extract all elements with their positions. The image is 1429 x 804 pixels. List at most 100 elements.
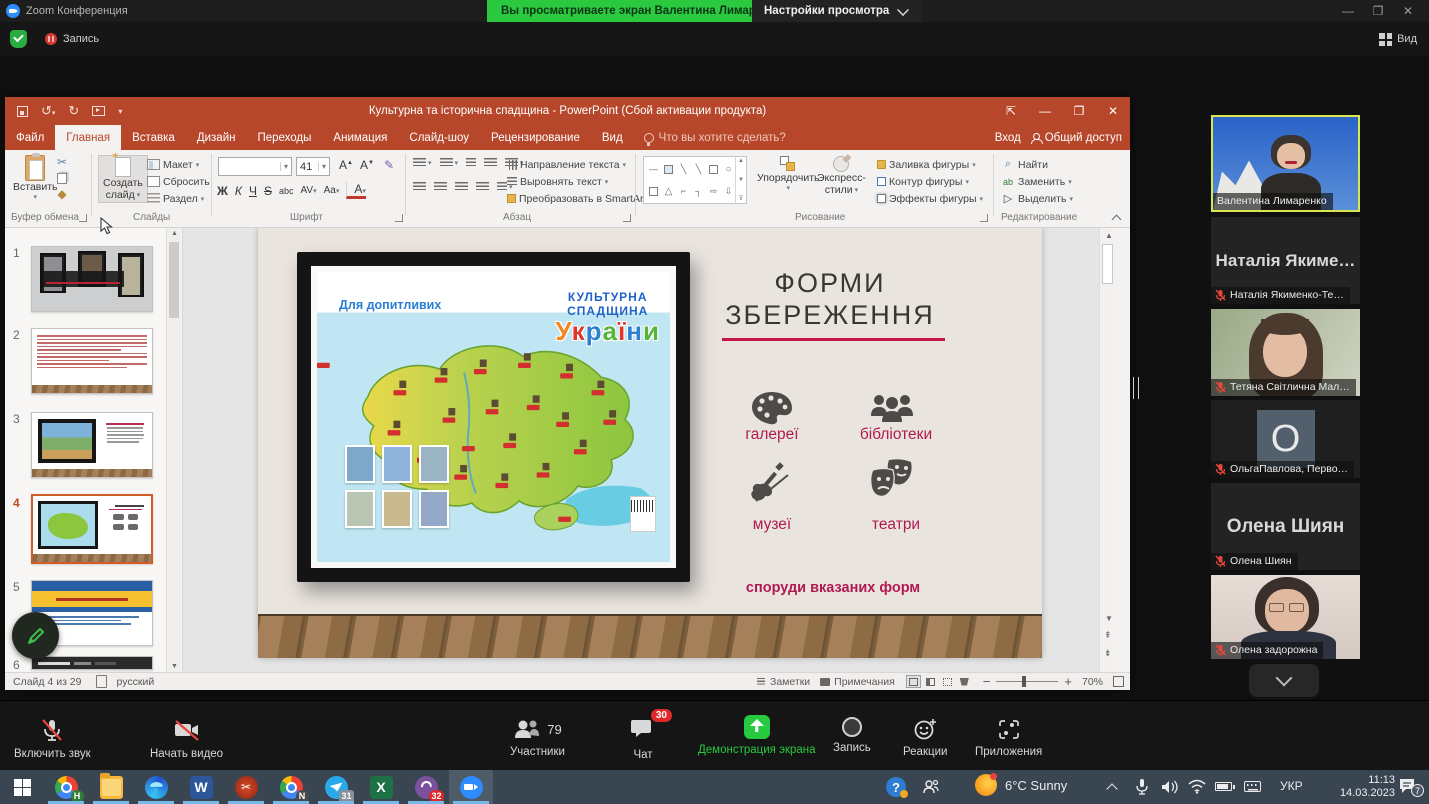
accessibility-check-icon[interactable] [96,675,107,688]
thumbnails-scrollbar[interactable]: ▲ ▼ [166,228,181,672]
maximize-button[interactable]: ❐ [1363,4,1393,18]
taskbar-chrome-1[interactable]: H [44,770,88,804]
quick-styles-button[interactable]: Экспресс- стили▾ [817,156,866,196]
close-button[interactable]: ✕ [1393,4,1423,18]
section-button[interactable]: Раздел▾ [147,190,210,207]
slide-footer-text[interactable]: споруди вказаних форм [713,580,953,596]
align-text-button[interactable]: Выровнять текст▾ [507,173,653,190]
minimize-button[interactable]: — [1333,4,1363,18]
italic-button[interactable]: К [235,184,242,198]
next-slide-button[interactable]: ⇟ [1104,648,1112,659]
ppt-restore-button[interactable]: ❐ [1062,97,1096,125]
decrease-indent-button[interactable] [466,158,476,168]
participant-tile-video[interactable]: Олена задорожна [1211,575,1360,659]
align-right-button[interactable] [455,182,468,192]
slide-item-label[interactable]: театри [826,516,966,534]
collapse-ribbon-icon[interactable] [1112,215,1122,225]
drawing-dialog-launcher[interactable] [980,214,988,222]
reset-button[interactable]: Сбросить [147,173,210,190]
previous-slide-button[interactable]: ⇞ [1104,630,1112,641]
shapes-scrollbar[interactable]: ▲▼⊽ [735,157,746,203]
normal-view-button[interactable] [906,675,921,688]
tray-network-icon[interactable] [1188,779,1206,794]
share-button[interactable]: Общий доступ [1031,132,1122,144]
panel-drag-handle[interactable] [1133,377,1139,399]
comments-button[interactable]: Примечания [820,676,895,688]
reactions-button[interactable]: Реакции [903,717,947,758]
slideshow-view-button[interactable] [957,675,972,688]
security-shield-icon[interactable] [10,30,27,48]
tab-animations[interactable]: Анимация [322,125,398,150]
tab-home[interactable]: Главная [55,125,121,150]
language-indicator[interactable]: УКР [1280,779,1303,793]
tab-design[interactable]: Дизайн [186,125,247,150]
increase-indent-button[interactable] [484,158,497,168]
change-case-button[interactable]: Aa▾ [324,185,340,196]
grow-font-button[interactable]: А▲ [336,157,356,173]
strikethrough-button[interactable]: S [264,184,272,198]
zoom-out-button[interactable]: − [983,674,991,689]
apps-button[interactable]: Приложения [975,717,1042,758]
zoom-slider[interactable] [996,681,1058,683]
framed-map-poster[interactable]: Для допитливих КУЛЬТУРНА СПАДЩИНА Україн… [297,252,690,582]
find-button[interactable]: ⌕Найти [1001,156,1073,173]
font-color-button[interactable]: А▾ [346,182,366,199]
tray-mic-icon[interactable] [1135,778,1149,796]
tray-battery-icon[interactable] [1215,782,1232,791]
cut-icon[interactable]: ✂ [57,156,67,169]
unmute-button[interactable]: Включить звук [14,717,91,760]
slide-thumbnail-4-selected[interactable] [31,494,153,564]
participant-tile-video[interactable]: Тетяна Світлична Мал… [1211,309,1360,396]
share-screen-button[interactable]: Демонстрация экрана [698,715,816,756]
reading-view-button[interactable] [940,675,955,688]
ppt-minimize-button[interactable]: — [1028,97,1062,125]
format-painter-icon[interactable]: ◆ [57,188,66,201]
align-left-button[interactable] [413,182,426,192]
taskbar-telegram[interactable]: 31 [314,770,358,804]
justify-button[interactable] [476,182,489,192]
language-indicator[interactable]: русский [117,676,155,688]
align-center-button[interactable] [434,182,447,192]
tab-transitions[interactable]: Переходы [246,125,322,150]
weather-widget[interactable]: 6°C Sunny [975,774,1067,796]
record-button[interactable]: Запись [833,717,871,754]
tray-keyboard-icon[interactable] [1244,781,1261,792]
clear-formatting-button[interactable]: ✎ [381,157,397,173]
text-direction-button[interactable]: Направление текста▾ [507,156,653,173]
taskbar-word[interactable]: W [179,770,223,804]
sign-in-link[interactable]: Вход [995,132,1021,144]
font-name-select[interactable]: ▾ [218,157,292,176]
participant-tile-name[interactable]: Наталія Якиме… Наталія Якименко-Те… [1211,217,1360,304]
chat-button[interactable]: 30 Чат [630,717,656,761]
slide-thumbnail-6[interactable] [31,656,153,670]
start-video-button[interactable]: Начать видео [150,717,223,760]
participants-button[interactable]: 79 Участники [510,717,565,758]
shrink-font-button[interactable]: А▼ [357,157,377,173]
annotation-pencil-button[interactable] [12,612,59,659]
help-tray-icon[interactable]: ? [884,775,908,799]
ribbon-display-options-icon[interactable]: ⇱ [994,97,1028,125]
taskbar-screenshot-tool[interactable]: ✂ [224,770,268,804]
taskbar-edge[interactable] [134,770,178,804]
font-size-select[interactable]: 41▾ [296,157,330,176]
arrange-button[interactable]: Упорядочить ▾ [757,156,819,192]
tab-slideshow[interactable]: Слайд-шоу [398,125,480,150]
tab-view[interactable]: Вид [591,125,634,150]
undo-icon[interactable]: ↺▾ [41,103,55,119]
underline-button[interactable]: Ч [249,184,257,198]
participant-tile-video[interactable]: Валентина Лимаренко [1211,115,1360,212]
scroll-participants-button[interactable] [1249,664,1319,697]
start-slideshow-icon[interactable] [92,106,105,116]
numbering-button[interactable]: ▾ [440,158,459,168]
zoom-percentage[interactable]: 70% [1082,676,1103,688]
notification-center-icon[interactable]: 7 [1398,777,1418,795]
shapes-gallery[interactable]: —╲╲○ △⌐┐⇨⇩ ▲▼⊽ [643,156,747,204]
layout-button[interactable]: Макет▾ [147,156,210,173]
paste-button[interactable]: Вставить ▾ [13,155,58,201]
slide-item-label[interactable]: музеї [702,516,842,534]
customize-qat-icon[interactable]: ▾ [118,107,122,116]
tab-review[interactable]: Рецензирование [480,125,591,150]
slide-thumbnail-3[interactable] [31,412,153,478]
slide-item-label[interactable]: галереї [702,426,842,444]
start-button[interactable] [0,770,44,804]
